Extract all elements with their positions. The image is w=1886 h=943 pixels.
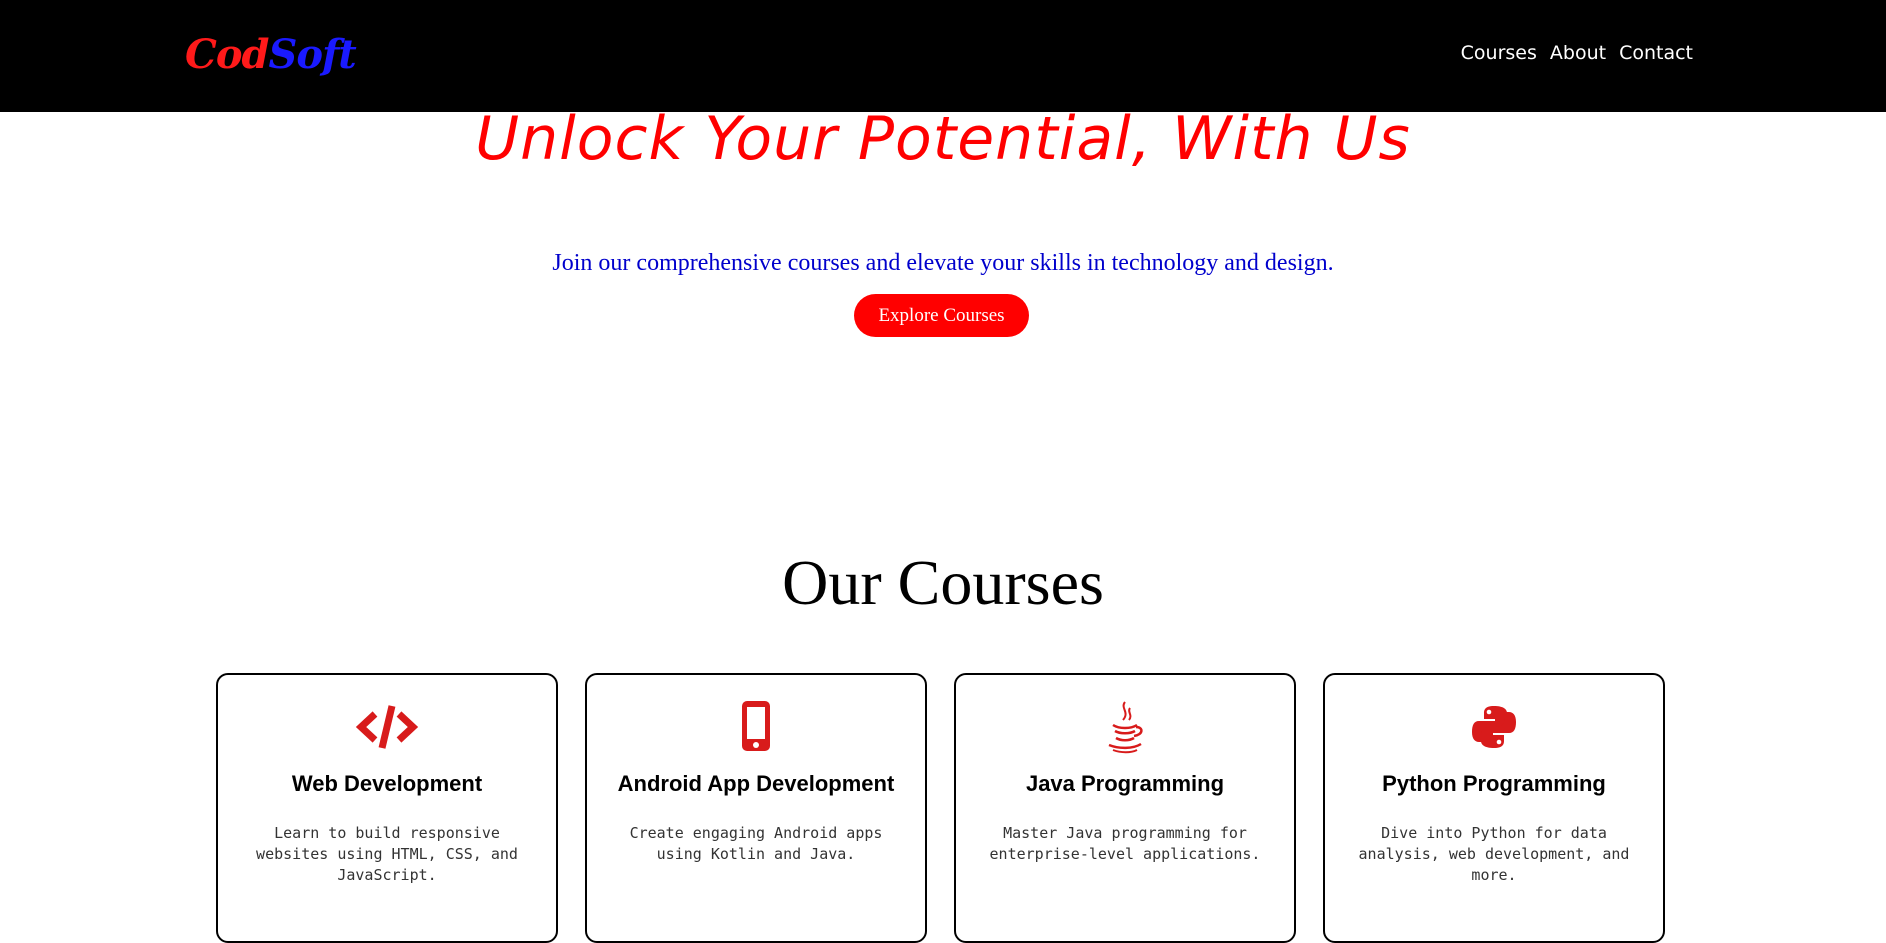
logo-text-red: Cod	[185, 31, 269, 78]
code-icon	[218, 700, 556, 754]
course-title: Android App Development	[617, 771, 895, 796]
navbar: CodSoft Courses About Contact	[0, 0, 1886, 112]
hero-subtitle: Join our comprehensive courses and eleva…	[552, 250, 1334, 276]
course-card-python-programming[interactable]: Python Programming Dive into Python for …	[1323, 673, 1665, 943]
course-description: Dive into Python for data analysis, web …	[1358, 824, 1630, 884]
course-title: Web Development	[291, 771, 483, 796]
course-card-android-development[interactable]: Android App Development Create engaging …	[585, 673, 927, 943]
nav-link-contact[interactable]: Contact	[1619, 42, 1693, 64]
course-title: Java Programming	[1025, 771, 1225, 796]
course-card-web-development[interactable]: Web Development Learn to build responsiv…	[216, 673, 558, 943]
python-icon	[1325, 700, 1663, 754]
mobile-phone-icon	[587, 700, 925, 754]
nav-link-about[interactable]: About	[1550, 42, 1606, 64]
course-card-java-programming[interactable]: Java Programming Master Java programming…	[954, 673, 1296, 943]
nav-links: Courses About Contact	[1461, 42, 1693, 64]
explore-courses-button[interactable]: Explore Courses	[854, 294, 1029, 337]
course-description: Master Java programming for enterprise-l…	[989, 824, 1261, 863]
course-title: Python Programming	[1382, 771, 1606, 796]
course-description: Learn to build responsive websites using…	[256, 824, 518, 884]
java-coffee-icon	[956, 700, 1294, 754]
courses-heading: Our Courses	[782, 547, 1104, 618]
course-description: Create engaging Android apps using Kotli…	[629, 824, 883, 863]
logo[interactable]: CodSoft	[185, 30, 357, 80]
logo-text-blue: Soft	[268, 31, 356, 78]
nav-link-courses[interactable]: Courses	[1461, 42, 1537, 64]
hero-title: Unlock Your Potential, With Us	[475, 104, 1411, 174]
